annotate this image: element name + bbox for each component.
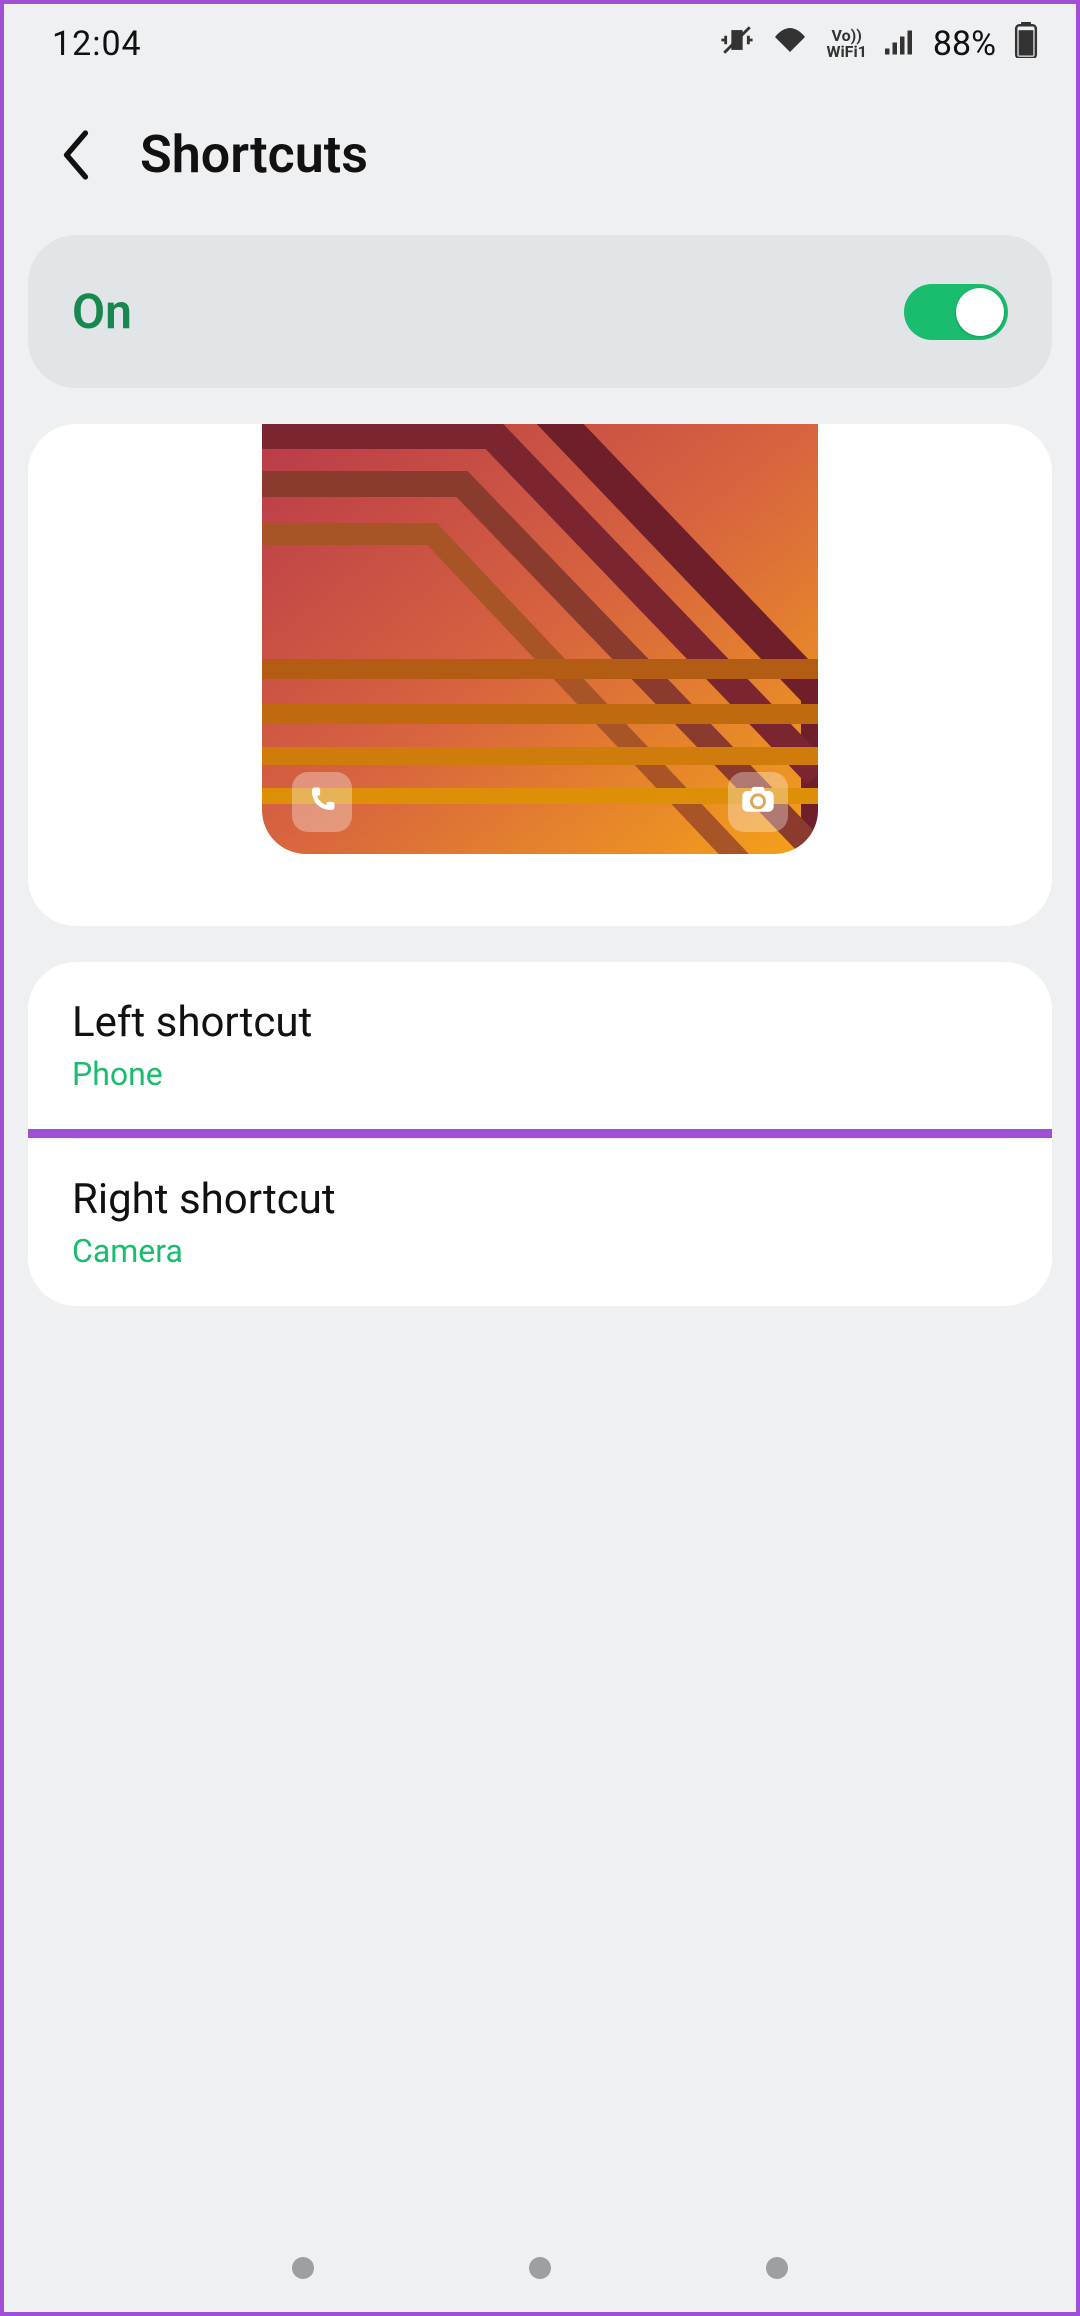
left-shortcut-value: Phone (72, 1055, 1008, 1093)
nav-back[interactable] (766, 2257, 788, 2279)
toggle-knob (956, 288, 1004, 336)
right-shortcut-item[interactable]: Right shortcut Camera (28, 1139, 1052, 1306)
vibrate-icon (720, 23, 754, 66)
back-button[interactable] (52, 131, 100, 179)
lockscreen-preview-card (28, 424, 1052, 926)
shortcut-list: Left shortcut Phone Right shortcut Camer… (28, 962, 1052, 1306)
master-toggle-card: On (28, 235, 1052, 388)
nav-home[interactable] (529, 2257, 551, 2279)
status-bar: 12:04 Vo)) WiFi1 88% (4, 4, 1076, 84)
right-shortcut-value: Camera (72, 1232, 1008, 1270)
battery-percentage: 88% (933, 24, 996, 64)
status-time: 12:04 (52, 24, 142, 64)
page-header: Shortcuts (4, 84, 1076, 235)
left-shortcut-title: Left shortcut (72, 998, 1008, 1047)
vowifi-bottom: WiFi1 (826, 44, 866, 60)
nav-recents[interactable] (292, 2257, 314, 2279)
battery-icon (1014, 22, 1038, 67)
left-shortcut-item[interactable]: Left shortcut Phone (28, 962, 1052, 1138)
preview-right-shortcut-icon (728, 772, 788, 832)
status-indicators: Vo)) WiFi1 88% (720, 22, 1038, 67)
lockscreen-preview (262, 424, 818, 854)
vowifi-indicator: Vo)) WiFi1 (826, 28, 866, 60)
preview-left-shortcut-icon (292, 772, 352, 832)
toggle-label: On (72, 283, 132, 340)
right-shortcut-title: Right shortcut (72, 1175, 1008, 1224)
camera-icon (741, 786, 775, 818)
page-title: Shortcuts (140, 124, 368, 185)
phone-icon (307, 785, 337, 819)
navigation-bar (4, 2248, 1076, 2288)
signal-icon (885, 24, 915, 64)
wifi-icon (772, 24, 808, 64)
master-toggle[interactable] (904, 284, 1008, 340)
